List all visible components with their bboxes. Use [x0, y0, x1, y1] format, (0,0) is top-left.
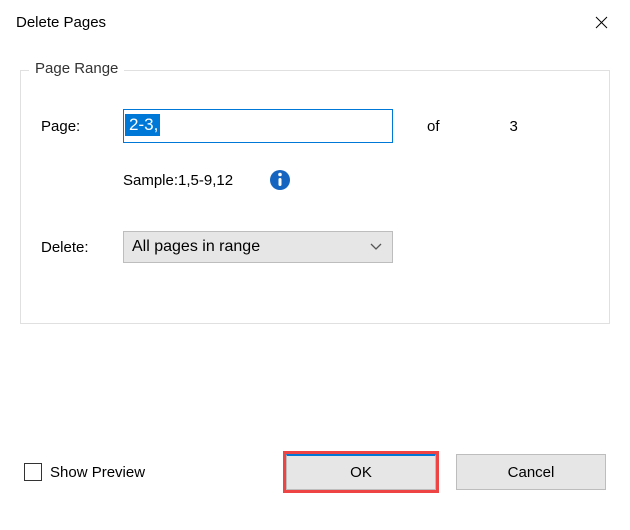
- close-button[interactable]: [586, 10, 616, 34]
- ok-button-label: OK: [350, 464, 372, 481]
- sample-row: Sample:1,5-9,12: [123, 169, 589, 191]
- footer-row: Show Preview OK Cancel: [24, 454, 606, 490]
- page-range-fieldset: Page Range Page: 2-3, of 3 Sample:1,5-9,…: [20, 70, 610, 324]
- total-pages: 3: [510, 118, 518, 135]
- info-icon[interactable]: [269, 169, 291, 191]
- titlebar: Delete Pages: [0, 0, 630, 40]
- button-group: OK Cancel: [286, 454, 606, 490]
- of-label: of: [427, 118, 440, 135]
- sample-text: Sample:1,5-9,12: [123, 172, 233, 189]
- page-input-value: 2-3,: [125, 114, 160, 136]
- checkbox-box: [24, 463, 42, 481]
- dialog-content: Page Range Page: 2-3, of 3 Sample:1,5-9,…: [0, 40, 630, 340]
- page-row: Page: 2-3, of 3: [41, 109, 589, 143]
- fieldset-legend: Page Range: [29, 60, 124, 77]
- chevron-down-icon: [370, 240, 382, 254]
- delete-select-value: All pages in range: [132, 238, 260, 256]
- show-preview-label: Show Preview: [50, 464, 145, 481]
- show-preview-checkbox[interactable]: Show Preview: [24, 463, 145, 481]
- cancel-button-label: Cancel: [508, 464, 555, 481]
- window-title: Delete Pages: [16, 14, 106, 31]
- page-input[interactable]: 2-3,: [123, 109, 393, 143]
- page-label: Page:: [41, 118, 123, 135]
- delete-row: Delete: All pages in range: [41, 231, 589, 263]
- cancel-button[interactable]: Cancel: [456, 454, 606, 490]
- delete-label: Delete:: [41, 239, 123, 256]
- delete-select[interactable]: All pages in range: [123, 231, 393, 263]
- close-icon: [595, 16, 608, 29]
- ok-button[interactable]: OK: [286, 454, 436, 490]
